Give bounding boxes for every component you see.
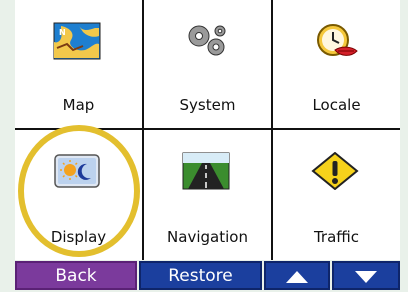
- restore-button[interactable]: Restore: [139, 261, 262, 290]
- system-label: System: [179, 96, 236, 114]
- map-label: Map: [62, 96, 95, 114]
- traffic-label: Traffic: [313, 228, 360, 246]
- scroll-up-button[interactable]: [264, 261, 330, 290]
- gears-icon: [188, 25, 226, 56]
- navigation-tile[interactable]: Navigation: [144, 130, 271, 260]
- svg-text:N: N: [59, 28, 66, 37]
- map-icon: N: [53, 22, 101, 60]
- warning-sign-icon: [311, 152, 359, 190]
- triangle-down-icon: [355, 271, 377, 283]
- bottom-bar: Back Restore: [15, 261, 400, 290]
- navigation-label: Navigation: [167, 228, 248, 246]
- triangle-up-icon: [286, 271, 308, 283]
- road-icon: [182, 152, 230, 190]
- back-button[interactable]: Back: [15, 261, 137, 290]
- scroll-down-button[interactable]: [332, 261, 400, 290]
- traffic-tile[interactable]: Traffic: [273, 130, 400, 260]
- locale-tile[interactable]: Locale: [273, 0, 400, 128]
- system-tile[interactable]: System: [144, 0, 271, 128]
- map-tile[interactable]: N Map: [15, 0, 142, 128]
- locale-label: Locale: [312, 96, 361, 114]
- display-highlight-ring: [18, 125, 140, 257]
- clock-lips-icon: [317, 24, 358, 56]
